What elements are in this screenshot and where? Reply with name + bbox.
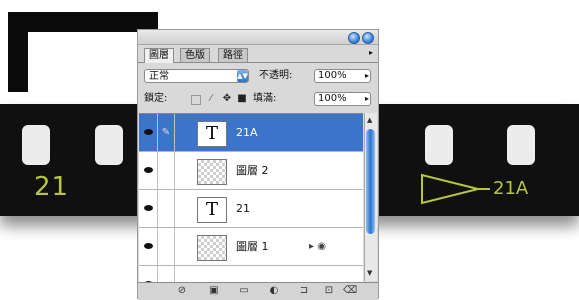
- chevron-down-icon: ▲▼: [237, 70, 248, 82]
- tab-layers[interactable]: 圖層: [144, 48, 174, 63]
- link-box[interactable]: [158, 152, 175, 189]
- layer-thumbnail: [197, 159, 227, 185]
- tab-channels[interactable]: 色版: [180, 48, 210, 62]
- lock-row: 鎖定: ⁄ ✥ ■ 填滿: 100% ▸: [138, 88, 378, 110]
- opacity-value: 100%: [318, 70, 347, 81]
- layer-name[interactable]: 21A: [236, 114, 258, 151]
- eye-icon[interactable]: [139, 266, 158, 282]
- adjustment-layer-icon[interactable]: ◐: [268, 285, 280, 296]
- slider-arrow-icon[interactable]: ▸: [365, 93, 369, 105]
- lock-move-icon[interactable]: ✥: [222, 93, 232, 104]
- layer-thumbnail: T: [197, 121, 227, 147]
- blend-mode-value: 正常: [149, 71, 169, 82]
- eye-icon[interactable]: [139, 114, 158, 151]
- scroll-down-icon[interactable]: ▼: [367, 269, 372, 277]
- layers-list: ✎ T 21A 圖層 2 T 21 圖層 1 ▸ ◉: [139, 113, 363, 282]
- layer-row[interactable]: 圖層 2: [139, 152, 363, 190]
- slider-arrow-icon[interactable]: ▸: [365, 70, 369, 82]
- blend-row: 正常 ▲▼ 不透明: 100% ▸: [138, 65, 378, 87]
- layer-name[interactable]: 圖層 2: [236, 152, 269, 189]
- lock-brush-icon[interactable]: ⁄: [206, 93, 216, 104]
- triangle-arrow-icon: [421, 173, 490, 205]
- lock-transparency-icon[interactable]: [191, 95, 201, 105]
- sprocket-hole: [95, 125, 123, 165]
- panel-bottom-toolbar: ⊘ ▣ ▭ ◐ ⊐ ⊡ ⌫: [138, 282, 378, 300]
- panel-tabs: 圖層 色版 路徑 ▸: [138, 45, 378, 63]
- sprocket-hole: [22, 125, 50, 165]
- link-box[interactable]: [158, 266, 175, 282]
- layer-thumbnail: T: [197, 197, 227, 223]
- new-group-icon[interactable]: ⊐: [298, 285, 310, 296]
- layer-name[interactable]: 圖層 1: [236, 228, 269, 265]
- collapse-button[interactable]: [348, 32, 360, 44]
- frame-label-right: 21A: [493, 178, 529, 199]
- sprocket-hole: [425, 125, 453, 165]
- opacity-field[interactable]: 100% ▸: [314, 69, 371, 83]
- lock-all-icon[interactable]: ■: [237, 93, 247, 104]
- layer-row[interactable]: T 21: [139, 190, 363, 228]
- layer-row[interactable]: ✎ T 21A: [139, 114, 363, 152]
- link-box[interactable]: [158, 228, 175, 265]
- eye-icon[interactable]: [139, 190, 158, 227]
- layers-scrollbar[interactable]: ▲ ▼: [364, 113, 377, 281]
- tab-paths[interactable]: 路徑: [218, 48, 248, 62]
- new-layer-icon[interactable]: ⊡: [323, 285, 335, 296]
- layer-style-icon[interactable]: ▣: [208, 285, 220, 296]
- scroll-up-icon[interactable]: ▲: [367, 116, 372, 124]
- link-layers-icon[interactable]: ⊘: [176, 285, 188, 296]
- fill-label: 填滿:: [253, 93, 277, 104]
- fill-value: 100%: [318, 93, 347, 104]
- brush-icon[interactable]: ✎: [158, 114, 175, 151]
- layer-mask-icon[interactable]: ▭: [238, 285, 250, 296]
- link-box[interactable]: [158, 190, 175, 227]
- close-button[interactable]: [362, 32, 374, 44]
- layer-row[interactable]: [139, 266, 363, 282]
- layer-thumbnail: [197, 235, 227, 261]
- trash-icon[interactable]: ⌫: [343, 285, 357, 296]
- layer-name[interactable]: 21: [236, 190, 250, 227]
- fill-field[interactable]: 100% ▸: [314, 92, 371, 106]
- eye-icon[interactable]: [139, 152, 158, 189]
- panel-titlebar[interactable]: [138, 30, 378, 45]
- frame-label-left: 21: [34, 172, 70, 202]
- eye-icon[interactable]: [139, 228, 158, 265]
- layer-row[interactable]: 圖層 1 ▸ ◉: [139, 228, 363, 266]
- layer-effects-icon[interactable]: ▸ ◉: [309, 228, 326, 265]
- scrollbar-thumb[interactable]: [366, 129, 375, 234]
- film-strip-top-gap: [28, 32, 150, 92]
- sprocket-hole: [507, 125, 535, 165]
- panel-menu-icon[interactable]: ▸: [369, 48, 373, 57]
- opacity-label: 不透明:: [259, 70, 293, 81]
- layers-panel: 圖層 色版 路徑 ▸ 正常 ▲▼ 不透明: 100% ▸ 鎖定: ⁄ ✥ ■ 填…: [137, 29, 379, 300]
- blend-mode-select[interactable]: 正常 ▲▼: [144, 69, 249, 83]
- lock-label: 鎖定:: [144, 93, 168, 104]
